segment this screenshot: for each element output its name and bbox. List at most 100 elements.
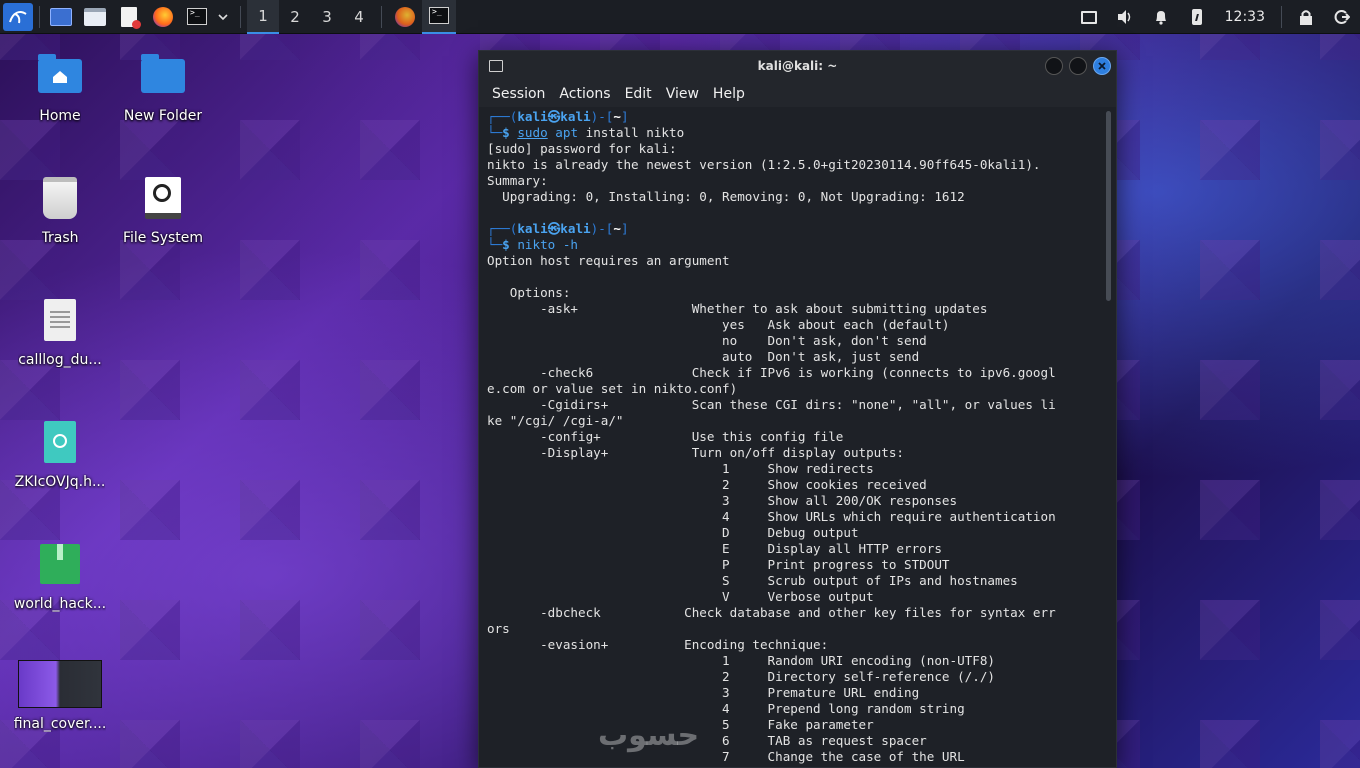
desktop-icon-label: New Folder [123, 108, 203, 124]
output-line: yes Ask about each (default) [487, 317, 950, 332]
desktop-icon-label: calllog_du... [18, 352, 102, 368]
output-line: -evasion+ Encoding technique: [487, 637, 829, 652]
maximize-button[interactable] [1069, 57, 1087, 75]
panel-clock[interactable]: 12:33 [1215, 9, 1275, 25]
output-line: auto Don't ask, just send [487, 349, 920, 364]
output-line: 5 Fake parameter [487, 717, 874, 732]
top-panel: >_ 1 2 3 4 >_ 12:33 [0, 0, 1360, 34]
panel-separator [381, 5, 382, 28]
minimize-button[interactable] [1045, 57, 1063, 75]
terminal-titlebar[interactable]: kali@kali: ~ [479, 51, 1116, 81]
workspace-1[interactable]: 1 [247, 0, 279, 34]
drive-icon [139, 174, 187, 222]
workspace-2[interactable]: 2 [279, 0, 311, 34]
chevron-down-icon[interactable] [212, 0, 234, 34]
terminal-scrollbar[interactable] [1105, 107, 1113, 767]
panel-separator [240, 5, 241, 28]
output-line: 2 Directory self-reference (/./) [487, 669, 995, 684]
output-line: Option host requires an argument [487, 253, 730, 268]
command-line: └─$ nikto -h [487, 237, 579, 252]
desktop-icon-label: Home [39, 108, 81, 124]
home-folder-icon [36, 52, 84, 100]
terminal-icon: >_ [429, 7, 449, 24]
output-line: 2 Show cookies received [487, 477, 927, 492]
output-line: E Display all HTTP errors [487, 541, 942, 556]
close-icon [1098, 62, 1106, 70]
output-line: V Verbose output [487, 589, 874, 604]
archive-icon [36, 540, 84, 588]
menu-session[interactable]: Session [485, 86, 552, 102]
firefox-icon[interactable] [148, 0, 178, 34]
output-line: 1 Random URI encoding (non-UTF8) [487, 653, 995, 668]
terminal-menubar: Session Actions Edit View Help [479, 81, 1116, 107]
desktop-icon-html-file[interactable]: ZKIcOVJq.h... [10, 418, 110, 490]
desktop-icon-new-folder[interactable]: New Folder [113, 52, 213, 124]
scrollbar-thumb[interactable] [1106, 111, 1111, 301]
trash-icon [36, 174, 84, 222]
output-line: -Cgidirs+ Scan these CGI dirs: "none", "… [487, 397, 1056, 412]
text-editor-icon[interactable] [114, 0, 144, 34]
output-line: [sudo] password for kali: [487, 141, 677, 156]
menu-view[interactable]: View [659, 86, 706, 102]
kali-menu-icon[interactable] [3, 2, 33, 31]
desktop-icon-label: File System [122, 230, 204, 246]
notification-bell-icon[interactable] [1143, 0, 1179, 34]
battery-icon[interactable] [1179, 0, 1215, 34]
image-thumbnail-icon [18, 660, 102, 708]
workspace-3[interactable]: 3 [311, 0, 343, 34]
output-line: D Debug output [487, 525, 859, 540]
output-line: Summary: [487, 173, 548, 188]
output-line: 1 Show redirects [487, 461, 874, 476]
output-line: -config+ Use this config file [487, 429, 844, 444]
desktop-icon-file-system[interactable]: File System [113, 174, 213, 246]
watermark-logo: حسوب [598, 718, 700, 753]
output-line: 6 TAB as request spacer [487, 733, 927, 748]
output-line: P Print progress to STDOUT [487, 557, 950, 572]
output-line: 3 Show all 200/OK responses [487, 493, 958, 508]
folder-icon [139, 52, 187, 100]
menu-edit[interactable]: Edit [618, 86, 659, 102]
output-line: -dbcheck Check database and other key fi… [487, 605, 1056, 620]
output-line: -Display+ Turn on/off display outputs: [487, 445, 905, 460]
show-desktop-icon[interactable] [46, 0, 76, 34]
output-line: nikto is already the newest version (1:2… [487, 157, 1041, 172]
prompt-line: ┌──(kali㉿kali)-[~] [487, 109, 629, 124]
terminal-window: kali@kali: ~ Session Actions Edit View H… [478, 50, 1117, 768]
workspace-4[interactable]: 4 [343, 0, 375, 34]
output-line: Upgrading: 0, Installing: 0, Removing: 0… [487, 189, 965, 204]
menu-actions[interactable]: Actions [552, 86, 617, 102]
terminal-launcher-icon[interactable]: >_ [182, 0, 212, 34]
close-button[interactable] [1093, 57, 1111, 75]
desktop-icon-calllog[interactable]: calllog_du... [10, 296, 110, 368]
panel-separator [39, 5, 40, 28]
menu-help[interactable]: Help [706, 86, 752, 102]
logout-icon[interactable] [1324, 0, 1360, 34]
lock-screen-icon[interactable] [1288, 0, 1324, 34]
prompt-line: ┌──(kali㉿kali)-[~] [487, 221, 629, 236]
output-line: Options: [487, 285, 571, 300]
volume-icon[interactable] [1107, 0, 1143, 34]
desktop-icon-final-cover[interactable]: final_cover.... [10, 660, 110, 732]
desktop-icon-home[interactable]: Home [10, 52, 110, 124]
terminal-output[interactable]: ┌──(kali㉿kali)-[~] └─$ sudo apt install … [479, 107, 1102, 767]
output-line: ke "/cgi/ /cgi-a/" [487, 413, 624, 428]
firefox-icon [395, 6, 415, 27]
window-title: kali@kali: ~ [757, 59, 838, 73]
desktop-icon-label: world_hack... [13, 596, 107, 612]
output-line: e.com or value set in nikto.conf) [487, 381, 738, 396]
output-line: S Scrub output of IPs and hostnames [487, 573, 1018, 588]
taskbar-firefox[interactable] [388, 0, 422, 34]
desktop-icon-trash[interactable]: Trash [10, 174, 110, 246]
file-manager-icon[interactable] [80, 0, 110, 34]
taskbar-terminal[interactable]: >_ [422, 0, 456, 34]
output-line: 3 Premature URL ending [487, 685, 920, 700]
desktop-icon-archive[interactable]: world_hack... [10, 540, 110, 612]
output-line: -ask+ Whether to ask about submitting up… [487, 301, 988, 316]
display-icon[interactable] [1071, 0, 1107, 34]
output-line: no Don't ask, don't send [487, 333, 927, 348]
desktop-icon-label: final_cover.... [13, 716, 107, 732]
command-line: └─$ sudo apt install nikto [487, 125, 685, 140]
html-file-icon [36, 418, 84, 466]
